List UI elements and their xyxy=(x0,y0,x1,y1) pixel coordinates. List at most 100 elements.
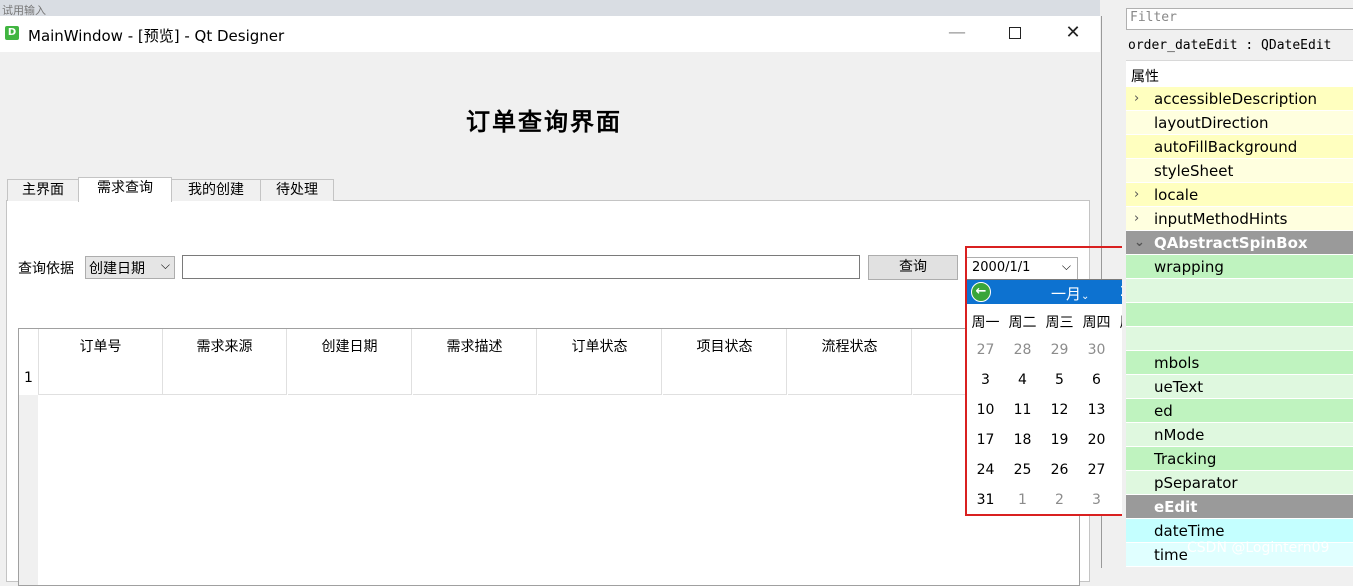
property-editor-panel: Filter order_dateEdit : QDateEdit 属性 › ac… xyxy=(1122,0,1353,568)
query-label: 查询依据 xyxy=(18,261,74,277)
property-row[interactable]: mbols xyxy=(1126,351,1353,375)
property-name: inputMethodHints xyxy=(1154,210,1288,228)
minimize-button[interactable]: — xyxy=(928,16,986,52)
calendar-day[interactable]: 12 xyxy=(1041,396,1078,424)
calendar-day[interactable]: 20 xyxy=(1078,426,1115,454)
main-window: D MainWindow - [预览] - Qt Designer — ✕ 订单… xyxy=(0,16,1102,586)
property-row[interactable]: layoutDirection xyxy=(1126,111,1353,135)
column-header-demand-desc[interactable]: 需求描述 xyxy=(413,329,537,395)
property-group-header[interactable]: ⌄ QAbstractSpinBox xyxy=(1126,231,1353,255)
calendar-day[interactable]: 4 xyxy=(1004,366,1041,394)
property-header-label: 属性 xyxy=(1131,69,1159,85)
selected-object-label: order_dateEdit : QDateEdit xyxy=(1128,38,1332,53)
column-header-order-no[interactable]: 订单号 xyxy=(39,329,163,395)
property-name: wrapping xyxy=(1154,258,1224,276)
property-name: mbols xyxy=(1154,354,1200,372)
calendar-day[interactable]: 18 xyxy=(1004,426,1041,454)
property-name: time xyxy=(1154,546,1188,564)
property-filter-input[interactable]: Filter xyxy=(1126,8,1353,30)
property-row[interactable]: styleSheet xyxy=(1126,159,1353,183)
property-row[interactable]: Tracking xyxy=(1126,447,1353,471)
calendar-day[interactable]: 6 xyxy=(1078,366,1115,394)
property-row[interactable] xyxy=(1126,303,1353,327)
tab-my-created[interactable]: 我的创建 xyxy=(171,179,261,201)
column-header-project-status[interactable]: 项目状态 xyxy=(663,329,787,395)
calendar-day[interactable]: 13 xyxy=(1078,396,1115,424)
tab-pending[interactable]: 待处理 xyxy=(260,179,334,201)
property-row[interactable]: nMode xyxy=(1126,423,1353,447)
chevron-down-icon: ⌄ xyxy=(1081,291,1090,302)
property-name: Tracking xyxy=(1154,450,1217,468)
month-selector[interactable]: 一月⌄ xyxy=(1051,283,1089,304)
property-row[interactable]: ueText xyxy=(1126,375,1353,399)
query-input[interactable] xyxy=(182,255,860,279)
expand-arrow-icon[interactable]: › xyxy=(1134,87,1139,111)
table-corner: 1 xyxy=(19,329,39,395)
tab-main[interactable]: 主界面 xyxy=(7,179,79,201)
prev-month-button[interactable]: ← xyxy=(971,282,991,302)
query-type-value: 创建日期 xyxy=(89,261,145,277)
column-header-order-status[interactable]: 订单状态 xyxy=(538,329,662,395)
calendar-day[interactable]: 3 xyxy=(1078,486,1115,514)
order-date-edit[interactable]: 2000/1/1 ⌵ xyxy=(966,257,1078,281)
property-name: eEdit xyxy=(1154,498,1198,516)
calendar-day[interactable]: 30 xyxy=(1078,336,1115,364)
maximize-button[interactable] xyxy=(986,16,1044,52)
calendar-day[interactable]: 29 xyxy=(1041,336,1078,364)
property-row[interactable]: autoFillBackground xyxy=(1126,135,1353,159)
row-number: 1 xyxy=(24,370,33,386)
close-button[interactable]: ✕ xyxy=(1044,16,1102,52)
property-row[interactable]: › locale xyxy=(1126,183,1353,207)
property-row[interactable]: wrapping xyxy=(1126,255,1353,279)
row-header-area xyxy=(19,395,38,585)
background-window-strip: 试用输入 xyxy=(0,0,1100,17)
month-label: 一月 xyxy=(1051,285,1082,303)
property-name: nMode xyxy=(1154,426,1205,444)
column-header-demand-source[interactable]: 需求来源 xyxy=(163,329,287,395)
property-name: QAbstractSpinBox xyxy=(1154,234,1308,252)
property-name: styleSheet xyxy=(1154,162,1234,180)
property-name: ueText xyxy=(1154,378,1204,396)
calendar-day[interactable]: 26 xyxy=(1041,456,1078,484)
property-row[interactable]: ed xyxy=(1126,399,1353,423)
tab-demand-query[interactable]: 需求查询 xyxy=(78,177,172,202)
expand-arrow-icon[interactable]: ⌄ xyxy=(1134,231,1145,255)
filter-placeholder: Filter xyxy=(1130,10,1177,25)
weekday-header: 周四 xyxy=(1082,315,1111,331)
property-group-header[interactable]: eEdit xyxy=(1126,495,1353,519)
property-row[interactable]: pSeparator xyxy=(1126,471,1353,495)
property-name: ed xyxy=(1154,402,1173,420)
calendar-day[interactable]: 17 xyxy=(967,426,1004,454)
order-table[interactable]: 1 订单号 需求来源 创建日期 需求描述 订单状态 项目状态 流程状态 xyxy=(18,328,1080,586)
calendar-day[interactable]: 28 xyxy=(1004,336,1041,364)
query-type-combo[interactable]: 创建日期 ⌵ xyxy=(85,256,175,279)
calendar-day[interactable]: 3 xyxy=(967,366,1004,394)
window-title: MainWindow - [预览] - Qt Designer xyxy=(28,27,285,45)
property-name: locale xyxy=(1154,186,1199,204)
column-header-flow-status[interactable]: 流程状态 xyxy=(788,329,912,395)
query-button[interactable]: 查询 xyxy=(868,255,958,280)
calendar-day[interactable]: 19 xyxy=(1041,426,1078,454)
minimize-icon: — xyxy=(948,22,966,43)
calendar-day[interactable]: 25 xyxy=(1004,456,1041,484)
property-row[interactable]: › accessibleDescription xyxy=(1126,87,1353,111)
calendar-day[interactable]: 2 xyxy=(1041,486,1078,514)
property-row[interactable]: › inputMethodHints xyxy=(1126,207,1353,231)
calendar-day[interactable]: 24 xyxy=(967,456,1004,484)
arrow-left-icon: ← xyxy=(975,284,987,299)
property-row[interactable] xyxy=(1126,279,1353,303)
date-edit-value: 2000/1/1 xyxy=(972,260,1031,275)
calendar-day[interactable]: 31 xyxy=(967,486,1004,514)
page-title: 订单查询界面 xyxy=(466,107,622,136)
calendar-day[interactable]: 10 xyxy=(967,396,1004,424)
chevron-down-icon: ⌵ xyxy=(1061,259,1071,273)
calendar-day[interactable]: 27 xyxy=(1078,456,1115,484)
expand-arrow-icon[interactable]: › xyxy=(1134,207,1139,231)
calendar-day[interactable]: 5 xyxy=(1041,366,1078,394)
calendar-day[interactable]: 11 xyxy=(1004,396,1041,424)
column-header-create-date[interactable]: 创建日期 xyxy=(288,329,412,395)
expand-arrow-icon[interactable]: › xyxy=(1134,183,1139,207)
property-row[interactable] xyxy=(1126,327,1353,351)
calendar-day[interactable]: 1 xyxy=(1004,486,1041,514)
calendar-day[interactable]: 27 xyxy=(967,336,1004,364)
